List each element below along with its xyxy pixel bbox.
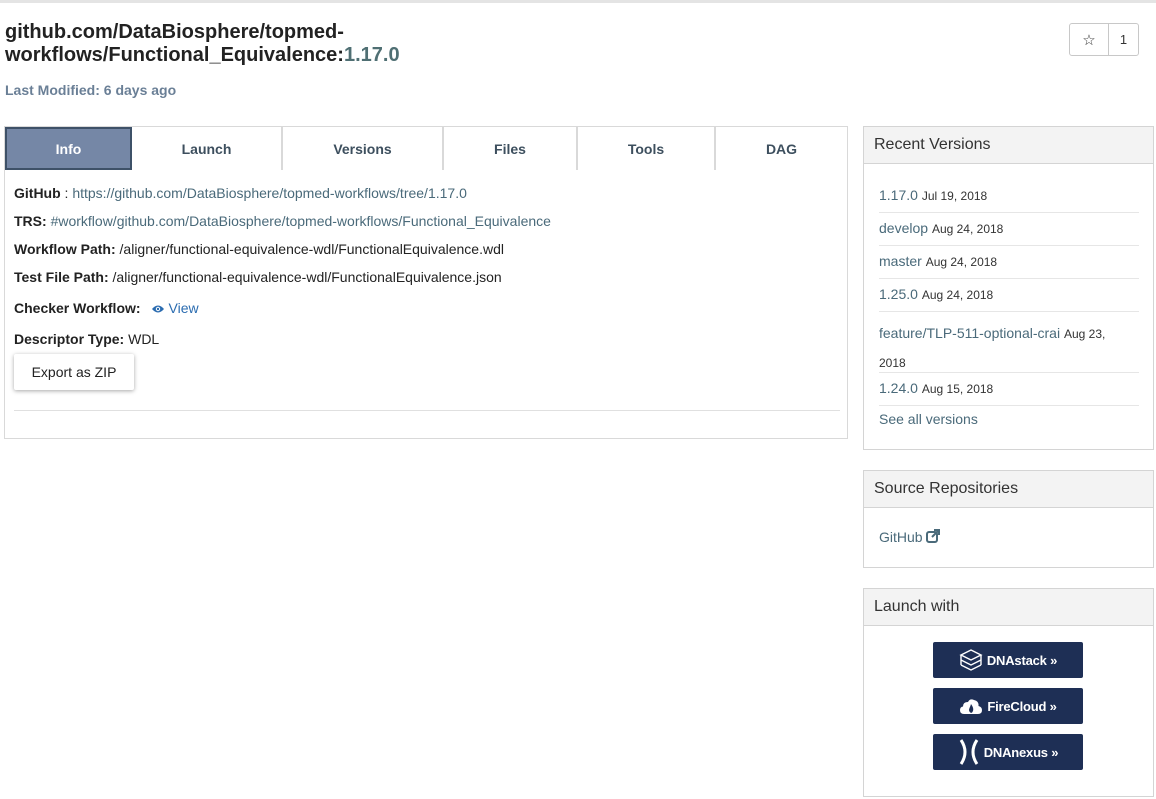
firecloud-logo-icon [960,699,983,714]
dnastack-launch-button[interactable]: DNAstack » [933,642,1083,678]
github-label: GitHub [14,185,61,201]
version-divider [879,405,1139,406]
descriptor-row: Descriptor Type: WDL [14,331,159,347]
tab-versions[interactable]: Versions [283,127,444,170]
source-repositories-title: Source Repositories [864,471,1153,508]
checker-view-label: View [168,300,199,316]
last-modified: Last Modified: 6 days ago [5,82,176,98]
recent-versions-panel: Recent Versions 1.17.0 Jul 19, 2018 deve… [863,126,1154,450]
star-button[interactable]: ☆ [1070,24,1109,55]
dnastack-logo-icon [959,649,983,671]
workflow-info-panel: Info Launch Versions Files Tools DAG Git… [4,126,848,439]
trs-link[interactable]: #workflow/github.com/DataBiosphere/topme… [51,213,551,229]
version-date: Aug 24, 2018 [925,255,998,269]
version-item: feature/TLP-511-optional-crai Aug 23, 201… [879,319,1139,377]
test-file-row: Test File Path: /aligner/functional-equi… [14,269,502,285]
github-repo-link[interactable]: GitHub [879,529,1139,545]
version-item: 1.25.0 Aug 24, 2018 [879,286,1139,302]
version-item: develop Aug 24, 2018 [879,220,1139,236]
dnanexus-launch-button[interactable]: DNAnexus » [933,734,1083,770]
version-date: Aug 24, 2018 [931,222,1004,236]
version-date: Aug 15, 2018 [921,382,994,396]
workflow-path-value: /aligner/functional-equivalence-wdl/Func… [119,241,504,257]
external-link-icon [926,529,941,543]
github-row: GitHub : https://github.com/DataBiospher… [14,185,467,201]
version-date: Aug 23, [1063,327,1106,341]
checker-view-link[interactable]: View [141,300,199,316]
version-divider [879,372,1139,373]
title-version: 1.17.0 [343,44,400,66]
recent-versions-title: Recent Versions [864,127,1153,164]
version-divider [879,212,1139,213]
descriptor-label: Descriptor Type: [14,331,125,347]
version-date-line2: 2018 [879,356,906,370]
version-link[interactable]: feature/TLP-511-optional-crai [879,325,1060,341]
tab-info[interactable]: Info [5,127,132,170]
version-item: 1.17.0 Jul 19, 2018 [879,187,1139,203]
github-repo-label: GitHub [879,529,923,545]
star-icon: ☆ [1082,31,1096,49]
github-sep: : [60,185,73,201]
dnastack-label: DNAstack » [986,652,1058,668]
info-divider [14,410,840,411]
github-url-link[interactable]: https://github.com/DataBiosphere/topmed-… [72,185,467,201]
top-border [0,0,1156,3]
version-date: Jul 19, 2018 [921,189,988,203]
dnanexus-logo-icon [959,739,978,765]
tab-files[interactable]: Files [444,127,578,170]
version-link[interactable]: master [879,253,922,269]
version-link[interactable]: develop [879,220,928,236]
firecloud-launch-button[interactable]: FireCloud » [933,688,1083,724]
test-file-label: Test File Path: [14,269,109,285]
workflow-path-row: Workflow Path: /aligner/functional-equiv… [14,241,504,257]
version-link[interactable]: 1.17.0 [879,187,918,203]
export-zip-button[interactable]: Export as ZIP [14,354,134,390]
firecloud-label: FireCloud » [987,698,1057,714]
eye-icon [151,305,164,313]
tab-launch[interactable]: Launch [132,127,283,170]
version-link[interactable]: 1.24.0 [879,380,918,396]
star-group: ☆ 1 [1069,23,1139,56]
version-item: master Aug 24, 2018 [879,253,1139,269]
launch-with-panel: Launch with DNAstack » FireCloud » DNAne… [863,588,1154,797]
trs-row: TRS: #workflow/github.com/DataBiosphere/… [14,213,551,229]
dnanexus-label: DNAnexus » [983,744,1059,760]
tab-dag[interactable]: DAG [716,127,847,170]
descriptor-value: WDL [128,331,160,347]
trs-label: TRS: [14,213,47,229]
title-line-2: workflows/Functional_Equivalence: [5,44,344,66]
version-divider [879,311,1139,312]
source-repositories-panel: Source Repositories GitHub [863,470,1154,568]
see-all-versions-link[interactable]: See all versions [879,411,1139,427]
version-divider [879,245,1139,246]
version-divider [879,278,1139,279]
version-link[interactable]: 1.25.0 [879,286,918,302]
checker-label: Checker Workflow: [14,300,141,316]
tab-bar: Info Launch Versions Files Tools DAG [5,127,847,170]
page-title: github.com/DataBiosphere/topmed- workflo… [5,21,565,67]
title-line-1: github.com/DataBiosphere/topmed- [5,21,344,43]
checker-row: Checker Workflow: View [14,300,199,316]
star-count[interactable]: 1 [1109,24,1138,55]
tab-tools[interactable]: Tools [578,127,716,170]
test-file-value: /aligner/functional-equivalence-wdl/Func… [112,269,502,285]
version-date: Aug 24, 2018 [921,288,994,302]
launch-with-title: Launch with [864,589,1153,626]
last-modified-label: Last Modified: [5,82,100,98]
version-item: 1.24.0 Aug 15, 2018 [879,380,1139,396]
last-modified-value: 6 days ago [103,82,177,98]
workflow-path-label: Workflow Path: [14,241,116,257]
